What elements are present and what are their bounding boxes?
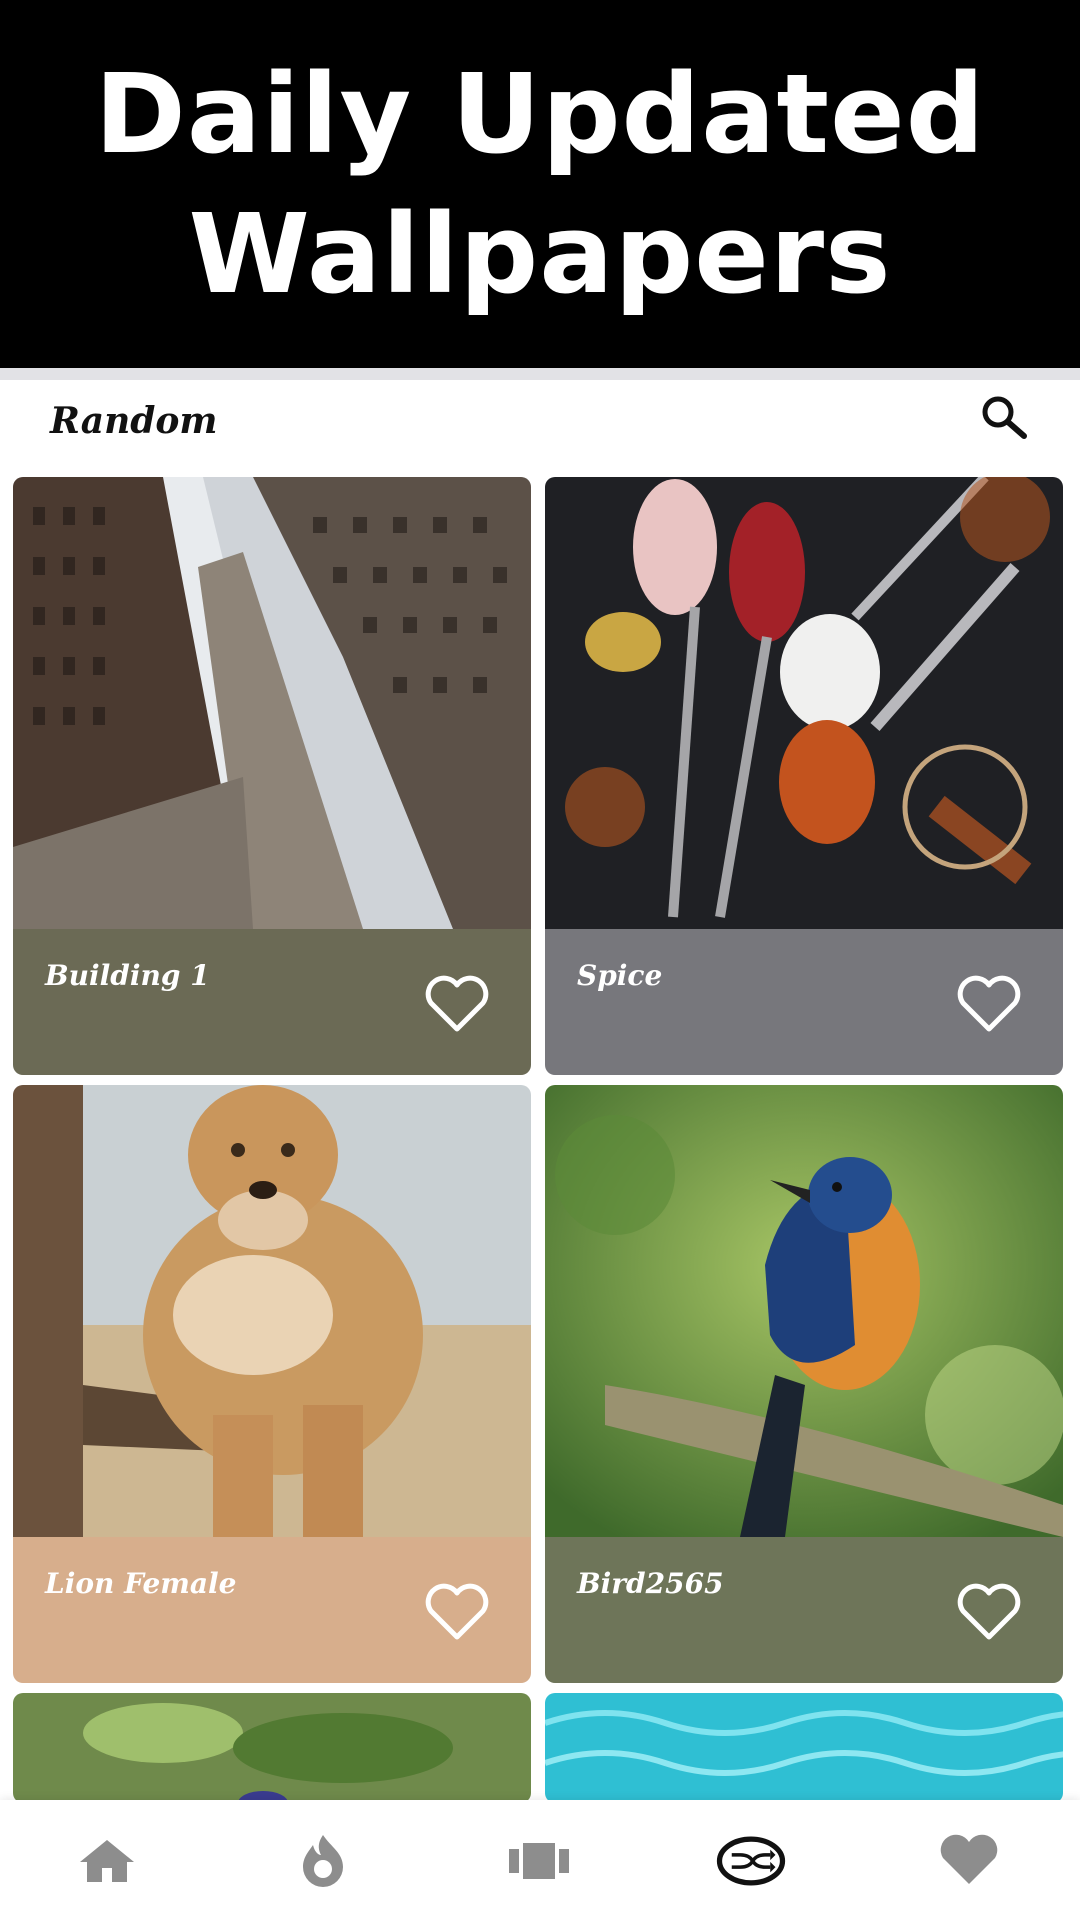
promo-headline-line1: Daily Updated	[94, 50, 986, 178]
bottom-navigation	[0, 1800, 1080, 1920]
promo-headline-line2: Wallpapers	[188, 190, 892, 318]
card-footer: Lion Female	[13, 1537, 531, 1683]
wallpaper-thumbnail-building[interactable]	[13, 477, 531, 929]
card-title: Lion Female	[45, 1567, 237, 1600]
nav-home[interactable]	[72, 1826, 142, 1896]
wallpaper-card[interactable]: Lion Female	[13, 1085, 531, 1683]
wallpaper-card[interactable]	[13, 1693, 531, 1803]
heart-outline-icon[interactable]	[955, 975, 1023, 1035]
wallpaper-card[interactable]: Spice	[545, 477, 1063, 1075]
home-icon	[80, 1840, 134, 1882]
top-app-bar: Random	[0, 380, 1080, 472]
card-footer: Spice	[545, 929, 1063, 1075]
card-title: Spice	[577, 959, 663, 992]
wallpaper-card[interactable]: Building 1	[13, 477, 531, 1075]
nav-favorites[interactable]	[934, 1826, 1004, 1896]
wallpaper-card[interactable]: Bird2565	[545, 1085, 1063, 1683]
nav-random[interactable]	[716, 1826, 786, 1896]
wallpaper-thumbnail-spice[interactable]	[545, 477, 1063, 929]
categories-icon	[509, 1843, 569, 1879]
heart-outline-icon[interactable]	[423, 975, 491, 1035]
nav-trending[interactable]	[288, 1826, 358, 1896]
page-title: Random	[50, 400, 218, 442]
promo-headline: Daily Updated Wallpapers	[95, 44, 986, 324]
wallpaper-thumbnail-lion[interactable]	[13, 1085, 531, 1537]
wallpaper-thumbnail-plant[interactable]	[13, 1693, 531, 1803]
nav-categories[interactable]	[504, 1826, 574, 1896]
wallpaper-thumbnail-bird[interactable]	[545, 1085, 1063, 1537]
heart-outline-icon[interactable]	[955, 1583, 1023, 1643]
card-footer: Building 1	[13, 929, 531, 1075]
search-button[interactable]	[974, 388, 1034, 448]
promo-banner: Daily Updated Wallpapers	[0, 0, 1080, 368]
card-title: Bird2565	[577, 1567, 724, 1600]
heart-outline-icon[interactable]	[423, 1583, 491, 1643]
card-title: Building 1	[45, 959, 210, 992]
shuffle-icon	[716, 1836, 786, 1886]
wallpaper-card[interactable]	[545, 1693, 1063, 1803]
wallpaper-thumbnail-water[interactable]	[545, 1693, 1063, 1803]
flame-icon	[303, 1835, 343, 1887]
card-footer: Bird2565	[545, 1537, 1063, 1683]
search-icon	[982, 396, 1027, 439]
divider-strip	[0, 368, 1080, 380]
heart-icon	[940, 1834, 998, 1884]
